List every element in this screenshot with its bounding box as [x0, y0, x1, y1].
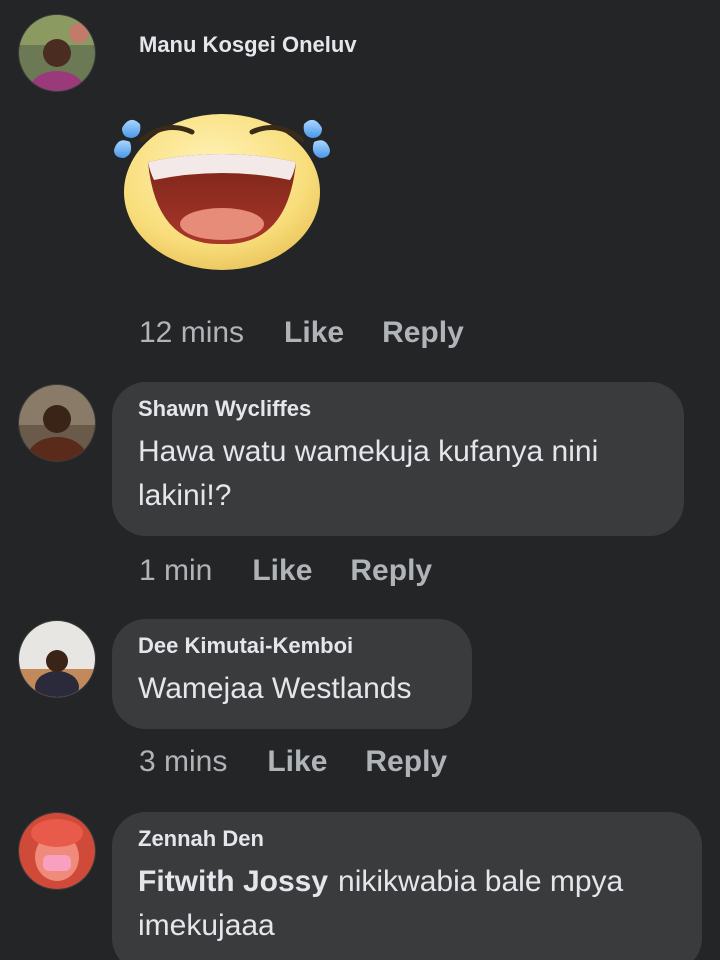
avatar-photo: [19, 621, 95, 697]
comment-bubble: Zennah Den Fitwith Jossy nikikwabia bale …: [112, 812, 702, 960]
like-button[interactable]: Like: [284, 316, 344, 350]
avatar-photo: [19, 813, 95, 889]
comment-text: Wamejaa Westlands: [138, 672, 412, 705]
comment-bubble: Shawn Wycliffes Hawa watu wamekuja kufan…: [112, 382, 684, 536]
avatar[interactable]: [18, 384, 96, 462]
laughing-tears-emoji-sticker: [108, 96, 334, 272]
reply-button[interactable]: Reply: [350, 554, 432, 588]
avatar-photo: [19, 385, 95, 461]
comment-actions: 3 mins Like Reply: [139, 745, 485, 779]
author-name[interactable]: Dee Kimutai-Kemboi: [138, 633, 446, 659]
like-button[interactable]: Like: [252, 554, 312, 588]
comment-timestamp: 3 mins: [139, 745, 228, 778]
mention-tag[interactable]: Fitwith Jossy: [138, 865, 328, 898]
laughing-tears-emoji-icon: [114, 114, 330, 270]
comment-actions: 1 min Like Reply: [139, 554, 470, 588]
reply-button[interactable]: Reply: [365, 745, 447, 779]
author-name[interactable]: Zennah Den: [138, 826, 676, 852]
avatar[interactable]: [18, 620, 96, 698]
comment-text: Fitwith Jossy nikikwabia bale mpya imekuj…: [138, 860, 676, 948]
avatar[interactable]: [18, 14, 96, 92]
author-name[interactable]: Shawn Wycliffes: [138, 396, 658, 422]
avatar[interactable]: [18, 812, 96, 890]
comment-actions: 12 mins Like Reply: [139, 316, 502, 350]
comment-timestamp: 12 mins: [139, 316, 245, 349]
like-button[interactable]: Like: [267, 745, 327, 779]
comment-text: Hawa watu wamekuja kufanya nini lakini!?: [138, 435, 599, 512]
reply-button[interactable]: Reply: [382, 316, 464, 350]
author-name[interactable]: Manu Kosgei Oneluv: [139, 32, 357, 58]
avatar-photo: [19, 15, 95, 91]
comment-timestamp: 1 min: [139, 554, 213, 587]
comment-bubble: Dee Kimutai-Kemboi Wamejaa Westlands: [112, 619, 472, 729]
comments-thread: Manu Kosgei Oneluv 12 mins Like Reply Sh…: [0, 0, 720, 960]
